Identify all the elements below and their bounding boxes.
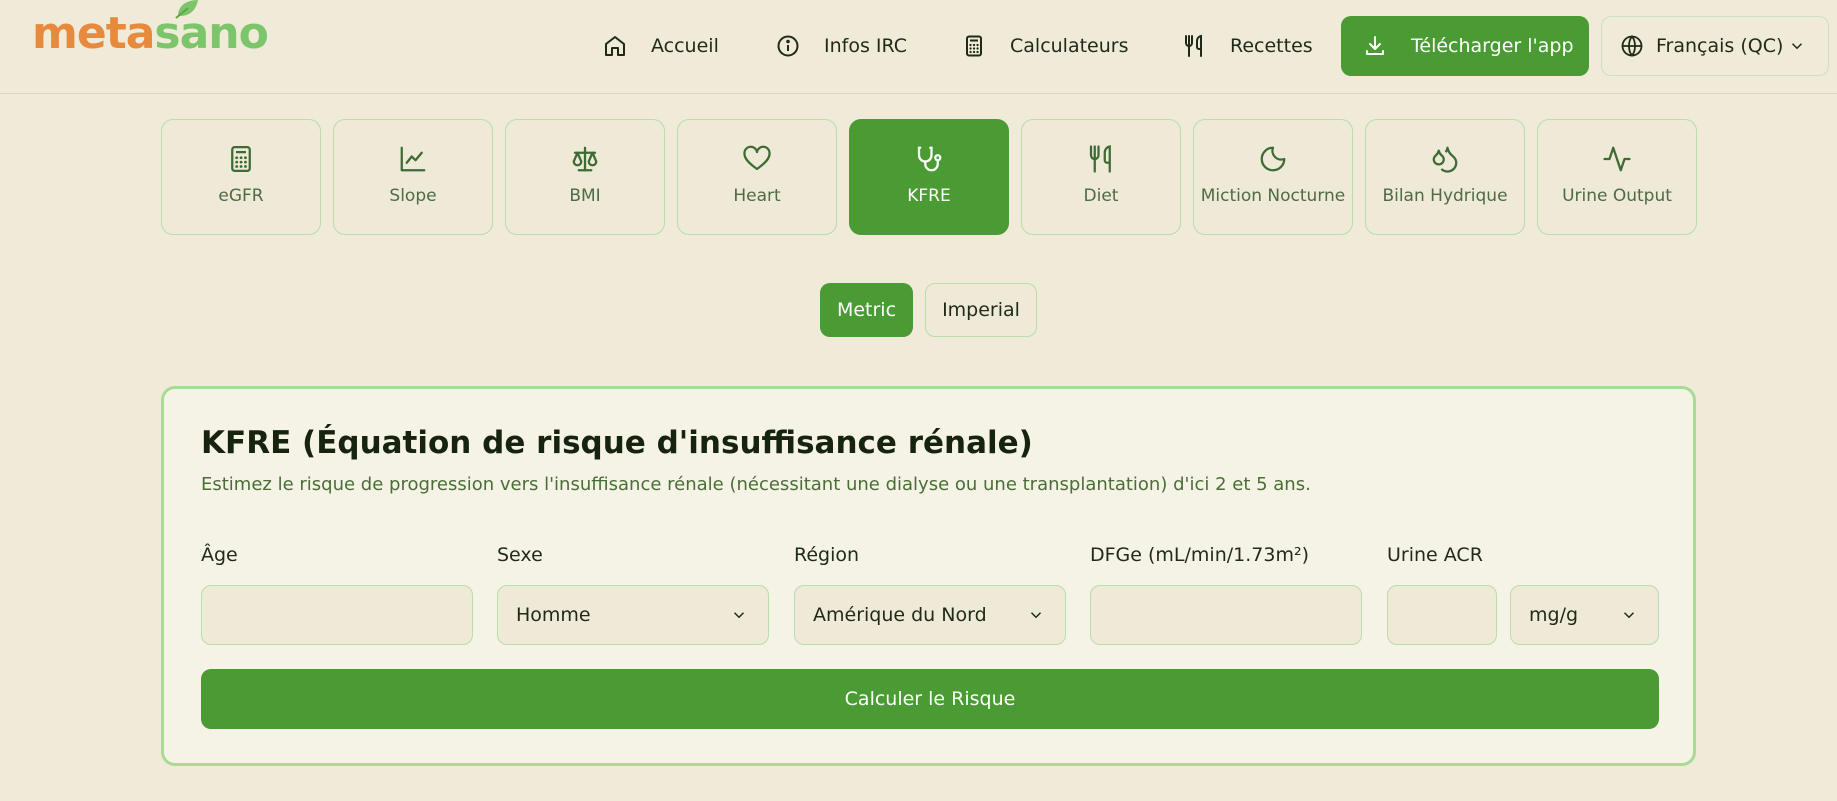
acr-unit-select[interactable]: mg/g [1510,585,1659,645]
stethoscope-icon [917,146,942,172]
acr-unit-value: mg/g [1529,604,1579,626]
region-select[interactable]: Amérique du Nord [794,585,1066,645]
sex-label: Sexe [497,544,543,566]
nav-recettes[interactable]: Recettes [1182,28,1313,64]
nav-infos-irc-label: Infos IRC [824,35,908,57]
tab-urine-output-label: Urine Output [1562,186,1672,206]
age-label: Âge [201,544,238,566]
egfr-input[interactable] [1090,585,1362,645]
metasano-logo[interactable]: metasano [32,0,269,60]
home-icon [605,36,625,56]
info-icon [777,35,799,57]
nav-recettes-label: Recettes [1230,35,1313,57]
droplets-icon [1432,146,1458,173]
globe-icon [1621,35,1643,57]
age-input[interactable] [201,585,473,645]
kfre-card: KFRE (Équation de risque d'insuffisance … [161,386,1696,766]
chevron-down-icon [1623,612,1635,619]
sex-select-value: Homme [516,604,591,626]
download-app-button[interactable]: Télécharger l'app [1341,16,1589,76]
tab-bmi-label: BMI [569,186,601,206]
top-header: metasano Accueil Infos IRC Calculateurs … [0,0,1837,94]
region-select-value: Amérique du Nord [813,604,987,626]
tab-heart-label: Heart [733,186,781,206]
urine-acr-input[interactable] [1387,585,1497,645]
tab-bilan-hydrique[interactable]: Bilan Hydrique [1365,119,1525,235]
line-chart-icon [400,146,426,172]
chevron-down-icon [733,612,745,619]
card-title: KFRE (Équation de risque d'insuffisance … [201,425,1033,461]
card-subtitle: Estimez le risque de progression vers l'… [201,474,1311,495]
utensils-icon [1185,34,1202,57]
calculator-icon [231,146,251,172]
scale-icon [572,146,598,172]
language-select[interactable]: Français (QC) [1601,16,1829,76]
tab-miction-nocturne[interactable]: Miction Nocturne [1193,119,1353,235]
unit-imperial-button[interactable]: Imperial [925,283,1037,337]
moon-icon [1260,146,1286,172]
chevron-down-icon [1791,43,1803,50]
download-app-label: Télécharger l'app [1411,35,1574,57]
calculator-icon [966,35,982,57]
logo-text-meta: meta [32,8,155,59]
urine-acr-label: Urine ACR [1387,544,1483,566]
tab-diet-label: Diet [1083,186,1119,206]
egfr-label: DFGe (mL/min/1.73m²) [1090,544,1309,566]
tab-miction-nocturne-label: Miction Nocturne [1200,186,1346,206]
logo-text-sano: sano [154,8,268,59]
tab-urine-output[interactable]: Urine Output [1537,119,1697,235]
nav-home[interactable]: Accueil [603,28,719,64]
nav-home-label: Accueil [651,35,719,57]
nav-calculateurs[interactable]: Calculateurs [962,28,1129,64]
tab-bmi[interactable]: BMI [505,119,665,235]
tab-bilan-hydrique-label: Bilan Hydrique [1382,186,1508,206]
tab-slope-label: Slope [389,186,437,206]
chevron-down-icon [1030,612,1042,619]
activity-icon [1603,146,1631,172]
tab-slope[interactable]: Slope [333,119,493,235]
unit-metric-button[interactable]: Metric [820,283,913,337]
nav-infos-irc[interactable]: Infos IRC [776,28,907,64]
tab-kfre[interactable]: KFRE [849,119,1009,235]
sex-select[interactable]: Homme [497,585,769,645]
heart-icon [743,145,771,171]
tab-egfr[interactable]: eGFR [161,119,321,235]
tab-heart[interactable]: Heart [677,119,837,235]
region-label: Région [794,544,860,566]
language-label: Français (QC) [1656,35,1784,57]
calculate-risk-button[interactable]: Calculer le Risque [201,669,1659,729]
nav-calculateurs-label: Calculateurs [1010,35,1129,57]
download-icon [1366,36,1384,55]
tab-egfr-label: eGFR [218,186,264,206]
utensils-icon [1089,145,1111,173]
leaf-icon [175,0,198,19]
tab-kfre-label: KFRE [907,186,951,206]
tab-diet[interactable]: Diet [1021,119,1181,235]
